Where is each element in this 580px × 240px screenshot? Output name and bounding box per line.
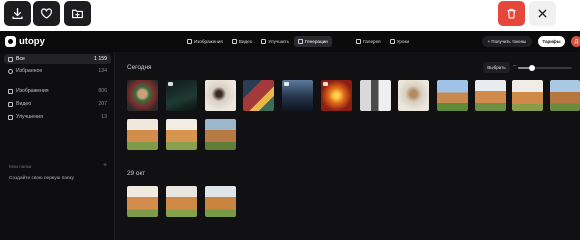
image-icon (8, 88, 13, 94)
nav-images[interactable]: Изображения (183, 36, 227, 47)
create-nav: Изображения Видео Улучшить Генерации (183, 36, 332, 47)
generation-thumbnail[interactable] (398, 80, 429, 111)
folders-heading: Мои папки (9, 164, 32, 169)
generation-thumbnail[interactable] (127, 80, 158, 111)
folder-plus-icon (72, 9, 83, 19)
sidebar-item-label: Избранное (16, 68, 43, 74)
app-header: utopy Изображения Видео Улучшить Генерац… (0, 31, 580, 52)
wand-icon (8, 114, 13, 120)
download-icon (12, 7, 23, 20)
viewer-toolbar (0, 0, 580, 30)
sidebar-item-label: Изображения (16, 88, 49, 94)
sidebar-item-count: 207 (98, 101, 107, 107)
generation-thumbnail[interactable] (166, 186, 197, 217)
grid-icon (8, 56, 13, 62)
sidebar: Все 1 159 Избранное 134 Изображения 806 … (0, 52, 115, 240)
heart-icon (41, 8, 52, 19)
trash-icon (507, 8, 516, 19)
generation-thumbnail[interactable] (127, 186, 158, 217)
tariffs-button[interactable]: Тарифы (538, 36, 565, 47)
generation-thumbnail[interactable] (205, 119, 236, 150)
generations-icon (298, 39, 304, 44)
generation-thumbnail[interactable] (282, 80, 313, 111)
sidebar-item-count: 134 (98, 68, 107, 74)
wand-icon (261, 39, 267, 44)
delete-button[interactable] (498, 1, 525, 26)
generation-thumbnail[interactable] (437, 80, 468, 111)
video-icon (8, 101, 13, 107)
generation-thumbnail[interactable] (512, 80, 543, 111)
nav-enhance[interactable]: Улучшить (257, 36, 293, 47)
gallery-icon (356, 39, 361, 44)
sidebar-item-images[interactable]: Изображения 806 (4, 86, 111, 96)
create-folder-link[interactable]: Создайте свою первую папку (9, 176, 74, 181)
app-window: utopy Изображения Видео Улучшить Генерац… (0, 31, 580, 240)
sidebar-item-label: Видео (16, 101, 32, 107)
logo-text: utopy (19, 36, 45, 47)
video-badge-icon (168, 82, 173, 86)
explore-nav: Галерея Уроки (352, 36, 413, 47)
nav-gallery[interactable]: Галерея (352, 36, 385, 47)
section-title-today: Сегодня (127, 64, 152, 71)
generation-thumbnail[interactable] (166, 119, 197, 150)
zoom-out-icon[interactable]: – (513, 63, 516, 69)
image-icon (187, 39, 192, 44)
download-button[interactable] (4, 1, 31, 26)
utopy-logo-icon (5, 36, 16, 47)
add-folder-icon[interactable]: + (103, 162, 107, 169)
sidebar-item-enhancements[interactable]: Улучшения 13 (4, 112, 111, 122)
video-icon (231, 39, 237, 44)
nav-generations[interactable]: Генерации (294, 36, 332, 47)
generation-thumbnail[interactable] (166, 80, 197, 111)
generation-thumbnail[interactable] (475, 80, 506, 111)
close-button[interactable] (529, 1, 556, 26)
generation-thumbnail[interactable] (243, 80, 274, 111)
sidebar-item-all[interactable]: Все 1 159 (4, 54, 111, 64)
generation-thumbnail[interactable] (360, 80, 391, 111)
generation-thumbnail[interactable] (205, 186, 236, 217)
generation-thumbnail[interactable] (127, 119, 158, 150)
sidebar-item-video[interactable]: Видео 207 (4, 99, 111, 109)
sidebar-item-count: 806 (98, 88, 107, 94)
generation-thumbnail[interactable] (550, 80, 580, 111)
section-title-oct-29: 29 окт (127, 170, 146, 177)
get-tokens-button[interactable]: + Получить токены (482, 36, 532, 47)
add-to-folder-button[interactable] (64, 1, 91, 26)
gallery-main: Сегодня Выбрать – 29 окт (116, 52, 580, 240)
nav-video[interactable]: Видео (228, 36, 256, 47)
logo[interactable]: utopy (5, 35, 45, 48)
avatar[interactable]: Д (571, 36, 580, 47)
generation-thumbnail[interactable] (321, 80, 352, 111)
select-button[interactable]: Выбрать (483, 62, 510, 73)
sidebar-item-count: 1 159 (94, 56, 107, 62)
close-icon (538, 9, 547, 18)
lessons-icon (389, 39, 395, 44)
sidebar-item-label: Все (16, 56, 25, 62)
heart-icon (8, 68, 13, 74)
sidebar-item-count: 13 (101, 114, 107, 120)
video-badge-icon (284, 82, 289, 86)
generation-thumbnail[interactable] (205, 80, 236, 111)
favorite-button[interactable] (33, 1, 60, 26)
zoom-slider[interactable] (518, 65, 572, 71)
zoom-slider-handle[interactable] (528, 65, 535, 71)
nav-lessons[interactable]: Уроки (386, 36, 413, 47)
video-badge-icon (323, 82, 328, 86)
sidebar-item-favorites[interactable]: Избранное 134 (4, 66, 111, 76)
sidebar-item-label: Улучшения (16, 114, 43, 120)
